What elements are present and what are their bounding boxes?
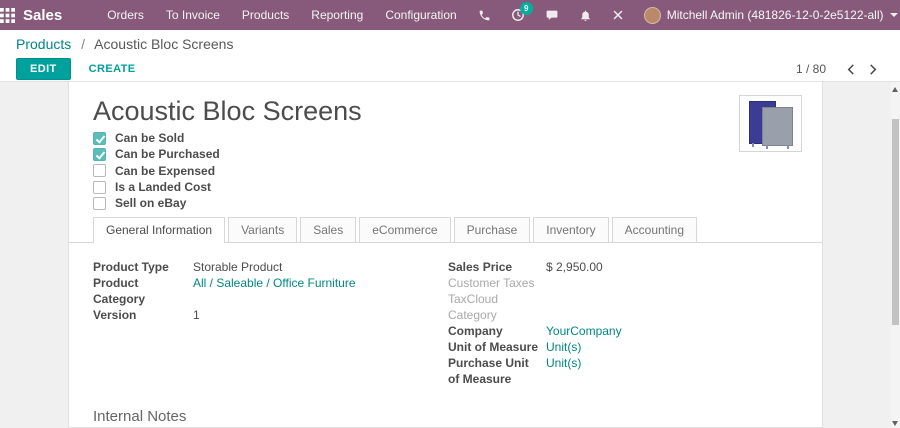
field-value-link[interactable]: All / Saleable / Office Furniture <box>193 275 448 307</box>
field-value: Storable Product <box>193 259 448 275</box>
field-label: TaxCloud Category <box>448 291 546 323</box>
tab-sales[interactable]: Sales <box>300 217 356 242</box>
panel-leg <box>752 143 754 147</box>
pager-value: 1 / 80 <box>796 62 826 76</box>
field-unit-of-measure: Unit of Measure Unit(s) <box>448 339 798 355</box>
breadcrumb-current: Acoustic Bloc Screens <box>94 36 233 52</box>
control-panel: Products / Acoustic Bloc Screens EDIT CR… <box>0 30 900 82</box>
tab-purchase[interactable]: Purchase <box>454 217 531 242</box>
user-name: Mitchell Admin (481826-12-0-2e5122-all) <box>667 8 884 22</box>
can-be-expensed-checkbox[interactable] <box>93 164 106 177</box>
scroll-down-icon[interactable] <box>892 421 898 426</box>
pager: 1 / 80 <box>796 62 884 77</box>
pager-next-icon[interactable] <box>862 62 884 77</box>
panel-leg <box>787 145 789 149</box>
pager-previous-icon[interactable] <box>840 62 862 77</box>
product-form-sheet: Acoustic Bloc Screens Can be Sold Can be… <box>68 82 823 428</box>
checkbox-row-can-be-expensed: Can be Expensed <box>93 163 798 179</box>
menu-item-to-invoice[interactable]: To Invoice <box>155 0 231 30</box>
field-purchase-unit-of-measure: Purchase Unit of Measure Unit(s) <box>448 355 798 387</box>
field-label: Customer Taxes <box>448 275 546 291</box>
edit-button[interactable]: EDIT <box>16 58 71 80</box>
is-landed-cost-checkbox[interactable] <box>93 181 106 194</box>
menu-item-products[interactable]: Products <box>231 0 300 30</box>
field-label: Product Type <box>93 259 193 275</box>
tab-ecommerce[interactable]: eCommerce <box>359 217 450 242</box>
scroll-up-icon[interactable] <box>892 87 898 92</box>
chevron-down-icon <box>890 13 898 17</box>
field-company: Company YourCompany <box>448 323 798 339</box>
phone-icon[interactable] <box>468 9 501 22</box>
can-be-sold-checkbox[interactable] <box>93 132 106 145</box>
checkbox-label: Sell on eBay <box>115 196 186 210</box>
breadcrumb-separator: / <box>81 36 85 52</box>
activity-count-badge: 9 <box>520 2 533 15</box>
field-product-type: Product Type Storable Product <box>93 259 448 275</box>
field-label: Version <box>93 307 193 323</box>
product-flags: Can be Sold Can be Purchased Can be Expe… <box>93 130 798 211</box>
field-value: $ 2,950.00 <box>546 259 798 275</box>
tab-inventory[interactable]: Inventory <box>533 217 608 242</box>
notifications-bell-icon[interactable] <box>569 9 602 22</box>
vertical-scrollbar[interactable] <box>891 82 900 428</box>
menu-item-reporting[interactable]: Reporting <box>300 0 374 30</box>
field-taxcloud-category: TaxCloud Category <box>448 291 798 323</box>
breadcrumb: Products / Acoustic Bloc Screens <box>16 35 884 54</box>
checkbox-row-can-be-purchased: Can be Purchased <box>93 146 798 162</box>
field-version: Version 1 <box>93 307 448 323</box>
field-customer-taxes: Customer Taxes <box>448 275 798 291</box>
field-value: 1 <box>193 307 448 323</box>
close-x-icon[interactable] <box>602 9 634 21</box>
create-button[interactable]: CREATE <box>83 62 142 76</box>
page-title: Acoustic Bloc Screens <box>93 96 798 126</box>
field-value <box>546 291 798 323</box>
notebook-tabs: General Information Variants Sales eComm… <box>69 217 822 243</box>
internal-notes-heading: Internal Notes <box>93 408 798 425</box>
main-menu: Orders To Invoice Products Reporting Con… <box>96 0 468 30</box>
user-menu[interactable]: Mitchell Admin (481826-12-0-2e5122-all) <box>644 7 898 24</box>
fields-left-column: Product Type Storable Product Product Ca… <box>93 259 448 387</box>
checkbox-row-landed-cost: Is a Landed Cost <box>93 179 798 195</box>
control-panel-buttons-row: EDIT CREATE 1 / 80 <box>16 58 884 80</box>
sell-on-ebay-checkbox[interactable] <box>93 197 106 210</box>
menu-item-orders[interactable]: Orders <box>96 0 155 30</box>
breadcrumb-products-link[interactable]: Products <box>16 36 71 52</box>
app-name[interactable]: Sales <box>23 7 62 24</box>
field-columns: Product Type Storable Product Product Ca… <box>93 259 798 387</box>
topbar: Sales Orders To Invoice Products Reporti… <box>0 0 900 30</box>
fields-right-column: Sales Price $ 2,950.00 Customer Taxes Ta… <box>448 259 798 387</box>
screen-panel-gray <box>762 107 793 146</box>
field-label: Unit of Measure <box>448 339 546 355</box>
field-value-link[interactable]: Unit(s) <box>546 339 798 355</box>
field-label: Company <box>448 323 546 339</box>
topbar-right: 9 Mitchell Admin (481826-12-0-2e5122-all… <box>468 7 898 24</box>
scrollbar-thumb[interactable] <box>892 119 899 325</box>
field-product-category: Product Category All / Saleable / Office… <box>93 275 448 307</box>
checkbox-row-can-be-sold: Can be Sold <box>93 130 798 146</box>
field-value <box>546 275 798 291</box>
menu-item-configuration[interactable]: Configuration <box>374 0 467 30</box>
activities-clock-icon[interactable]: 9 <box>501 8 535 22</box>
field-value-link[interactable]: YourCompany <box>546 323 798 339</box>
content-area: Acoustic Bloc Screens Can be Sold Can be… <box>0 82 900 428</box>
checkbox-label: Is a Landed Cost <box>115 180 211 194</box>
product-image[interactable] <box>739 95 802 152</box>
field-label: Product Category <box>93 275 193 307</box>
apps-grid-icon[interactable] <box>0 0 15 30</box>
avatar <box>644 7 661 24</box>
tab-accounting[interactable]: Accounting <box>612 217 697 242</box>
messages-icon[interactable] <box>535 9 569 22</box>
field-sales-price: Sales Price $ 2,950.00 <box>448 259 798 275</box>
checkbox-row-sell-on-ebay: Sell on eBay <box>93 195 798 211</box>
field-label: Sales Price <box>448 259 546 275</box>
checkbox-label: Can be Expensed <box>115 164 215 178</box>
checkbox-label: Can be Sold <box>115 131 184 145</box>
checkbox-label: Can be Purchased <box>115 147 220 161</box>
tab-general-information[interactable]: General Information <box>93 217 225 243</box>
panel-leg <box>766 145 768 149</box>
can-be-purchased-checkbox[interactable] <box>93 148 106 161</box>
field-label: Purchase Unit of Measure <box>448 355 546 387</box>
tab-variants[interactable]: Variants <box>228 217 297 242</box>
field-value-link[interactable]: Unit(s) <box>546 355 798 387</box>
